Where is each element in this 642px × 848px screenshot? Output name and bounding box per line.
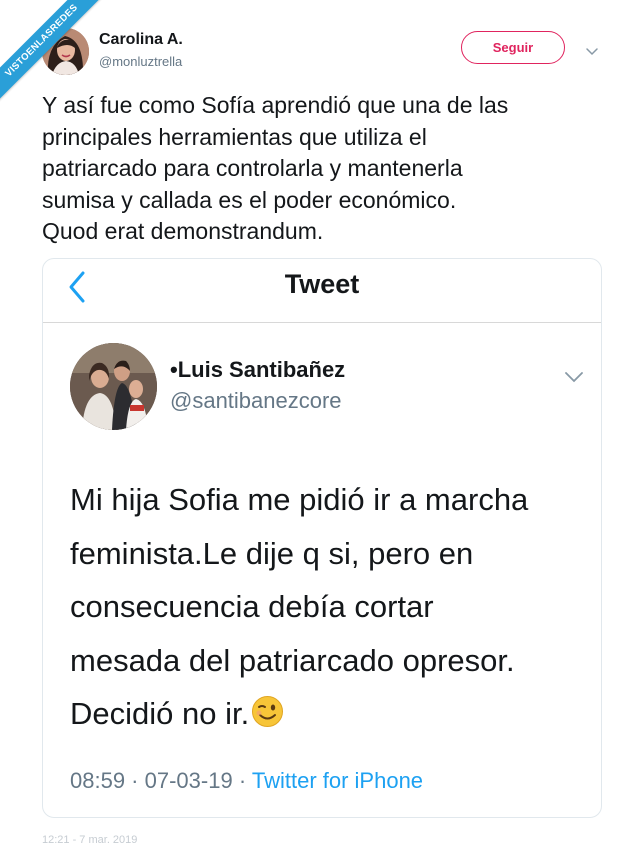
chevron-down-icon — [563, 367, 585, 385]
author-name[interactable]: Carolina A. — [99, 31, 183, 49]
embedded-meta: 08:59 · 07-03-19 · Twitter for iPhone — [70, 768, 423, 794]
follow-button[interactable]: Seguir — [461, 31, 565, 64]
winking-face-icon — [251, 691, 284, 727]
separator: · — [232, 768, 252, 793]
embedded-date: 07-03-19 — [144, 768, 233, 793]
embedded-source-link[interactable]: Twitter for iPhone — [252, 768, 423, 793]
embedded-time: 08:59 — [70, 768, 126, 793]
embedded-tweet-text: Mi hija Sofia me pidió ir a marcha femin… — [70, 473, 590, 741]
embedded-screenshot: Tweet •Luis Santibañez @santibanezcore M… — [42, 258, 602, 818]
embedded-author-handle: @santibanezcore — [170, 388, 342, 413]
separator: · — [125, 768, 145, 793]
embedded-avatar — [70, 343, 157, 430]
author-handle[interactable]: @monluztrella — [99, 54, 182, 69]
tweet-timestamp[interactable]: 12:21 - 7 mar. 2019 — [42, 834, 137, 846]
watermark-ribbon: VISTOENLASREDES — [0, 0, 110, 110]
embedded-tweet-body: Mi hija Sofia me pidió ir a marcha femin… — [70, 482, 529, 731]
chevron-down-icon[interactable] — [585, 44, 599, 58]
watermark-text: VISTOENLASREDES — [0, 0, 107, 106]
embedded-author-name: •Luis Santibañez — [170, 357, 346, 382]
embedded-header: Tweet — [43, 259, 601, 323]
embedded-header-title: Tweet — [284, 269, 360, 299]
tweet-text: Y así fue como Sofía aprendió que una de… — [42, 92, 509, 244]
